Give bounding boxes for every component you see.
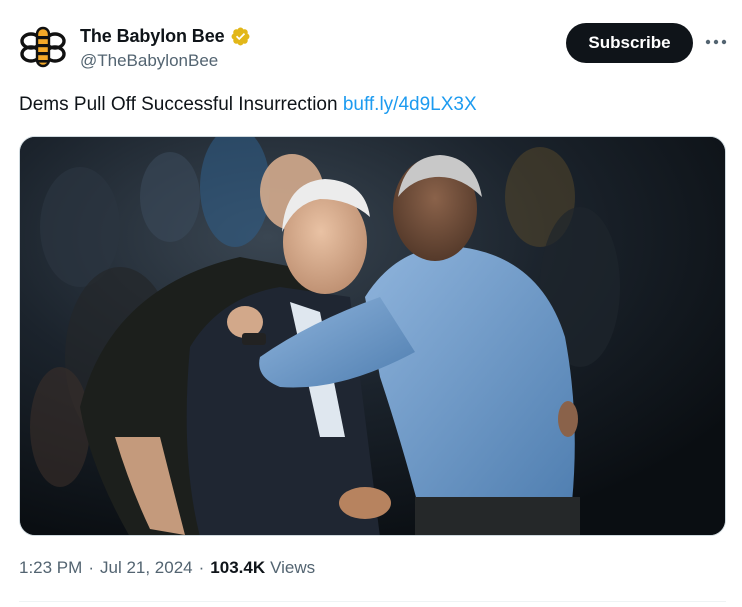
tweet-meta: 1:23 PM · Jul 21, 2024 · 103.4K Views	[19, 558, 315, 578]
tweet-body-text: Dems Pull Off Successful Insurrection	[19, 94, 338, 115]
author-display-name[interactable]: The Babylon Bee	[80, 26, 225, 47]
divider	[19, 601, 726, 602]
author-avatar[interactable]	[18, 22, 68, 72]
verified-badge-icon[interactable]	[230, 26, 251, 47]
subscribe-button[interactable]: Subscribe	[566, 23, 693, 63]
tweet-card: The Babylon Bee @TheBabylonBee Subscribe…	[0, 0, 742, 607]
tweet-date[interactable]: Jul 21, 2024	[100, 558, 193, 578]
name-row: The Babylon Bee	[80, 24, 251, 48]
more-horizontal-icon	[705, 39, 727, 45]
author-handle[interactable]: @TheBabylonBee	[80, 51, 251, 71]
tweet-link[interactable]: buff.ly/4d9LX3X	[343, 94, 477, 115]
tweet-text: Dems Pull Off Successful Insurrection bu…	[19, 94, 477, 116]
bee-logo-icon	[20, 26, 66, 68]
views-label: Views	[270, 558, 316, 577]
meta-separator: ·	[198, 558, 205, 577]
tweet-time[interactable]: 1:23 PM	[19, 558, 82, 578]
more-options-button[interactable]	[702, 30, 730, 54]
photo-illustration	[20, 137, 725, 535]
views-count: 103.4K	[210, 558, 266, 577]
author-info: The Babylon Bee @TheBabylonBee	[80, 24, 251, 71]
tweet-photo[interactable]	[19, 136, 726, 536]
meta-separator: ·	[88, 558, 94, 577]
